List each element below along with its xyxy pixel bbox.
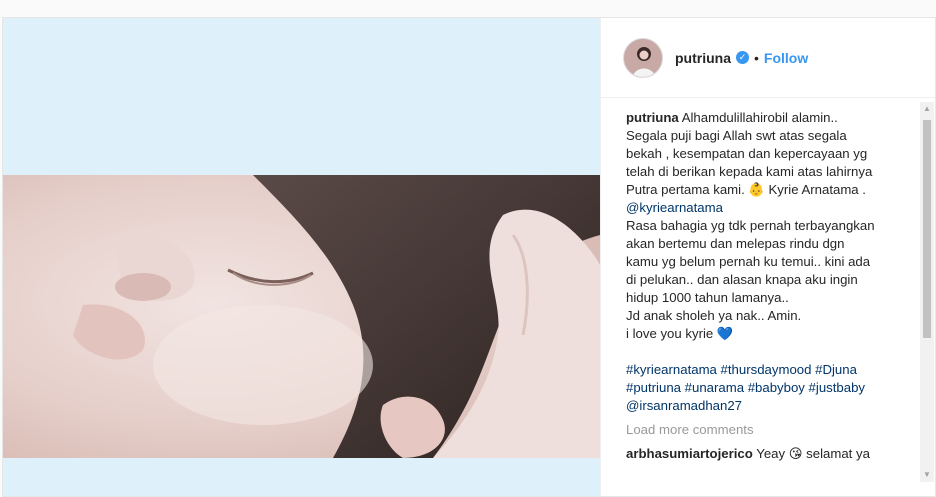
comment-item: arbhasumiartojerico Yeay 😘 selamat ya — [626, 445, 909, 463]
load-more-comments-button[interactable]: Load more comments — [626, 421, 909, 439]
separator-dot: • — [754, 49, 759, 66]
caption-username[interactable]: putriuna — [626, 110, 679, 125]
comment-text: Yeay 😘 selamat ya — [756, 446, 870, 461]
mention-link[interactable]: @irsanramadhan27 — [626, 397, 909, 415]
scrollbar-thumb[interactable] — [923, 120, 931, 338]
baby-photo-illustration — [3, 175, 600, 458]
scroll-up-icon[interactable]: ▲ — [920, 102, 934, 116]
caption-line: di pelukan.. dan alasan knapa aku ingin — [626, 272, 858, 287]
caption-line: Rasa bahagia yg tdk pernah terbayangkan — [626, 218, 875, 233]
caption-line: telah di berikan kepada kami atas lahirn… — [626, 164, 873, 179]
hashtag-line[interactable]: #putriuna #unarama #babyboy #justbaby — [626, 379, 909, 397]
caption-line: Alhamdulillahirobil alamin.. — [681, 110, 838, 125]
caption-line: hidup 1000 tahun lamanya.. — [626, 290, 789, 305]
post-header: putriuna ✓ • Follow — [601, 18, 935, 98]
post-media[interactable] — [3, 18, 600, 496]
avatar[interactable] — [623, 37, 663, 78]
caption-line: kamu yg belum pernah ku temui.. kini ada — [626, 254, 871, 269]
mention-link[interactable]: @kyriearnatama — [626, 199, 909, 217]
header-username[interactable]: putriuna — [675, 50, 731, 66]
verified-badge-icon: ✓ — [736, 51, 749, 64]
scroll-down-icon[interactable]: ▼ — [920, 468, 934, 482]
post-card: putriuna ✓ • Follow putriuna Alhamdulill… — [2, 17, 936, 497]
follow-button[interactable]: Follow — [764, 50, 808, 66]
baby-photo[interactable] — [3, 175, 600, 458]
post-caption: putriuna Alhamdulillahirobil alamin.. Se… — [626, 109, 909, 415]
caption-line: Segala puji bagi Allah swt atas segala — [626, 128, 847, 143]
post-sidebar: putriuna ✓ • Follow putriuna Alhamdulill… — [601, 18, 935, 496]
comment-username[interactable]: arbhasumiartojerico — [626, 446, 753, 461]
caption-line: Putra pertama kami. 👶 Kyrie Arnatama . — [626, 182, 866, 197]
caption-line: akan bertemu dan melepas rindu dgn — [626, 236, 845, 251]
caption-line: bekah , kesempatan dan kepercayaan yg — [626, 146, 868, 161]
caption-line: i love you kyrie 💙 — [626, 326, 734, 341]
hashtag-line[interactable]: #kyriearnatama #thursdaymood #Djuna — [626, 361, 909, 379]
comments-scrollbar[interactable]: ▲ ▼ — [920, 102, 934, 482]
caption-line: Jd anak sholeh ya nak.. Amin. — [626, 308, 802, 323]
comments-section[interactable]: putriuna Alhamdulillahirobil alamin.. Se… — [601, 99, 935, 496]
avatar-image — [624, 38, 662, 77]
